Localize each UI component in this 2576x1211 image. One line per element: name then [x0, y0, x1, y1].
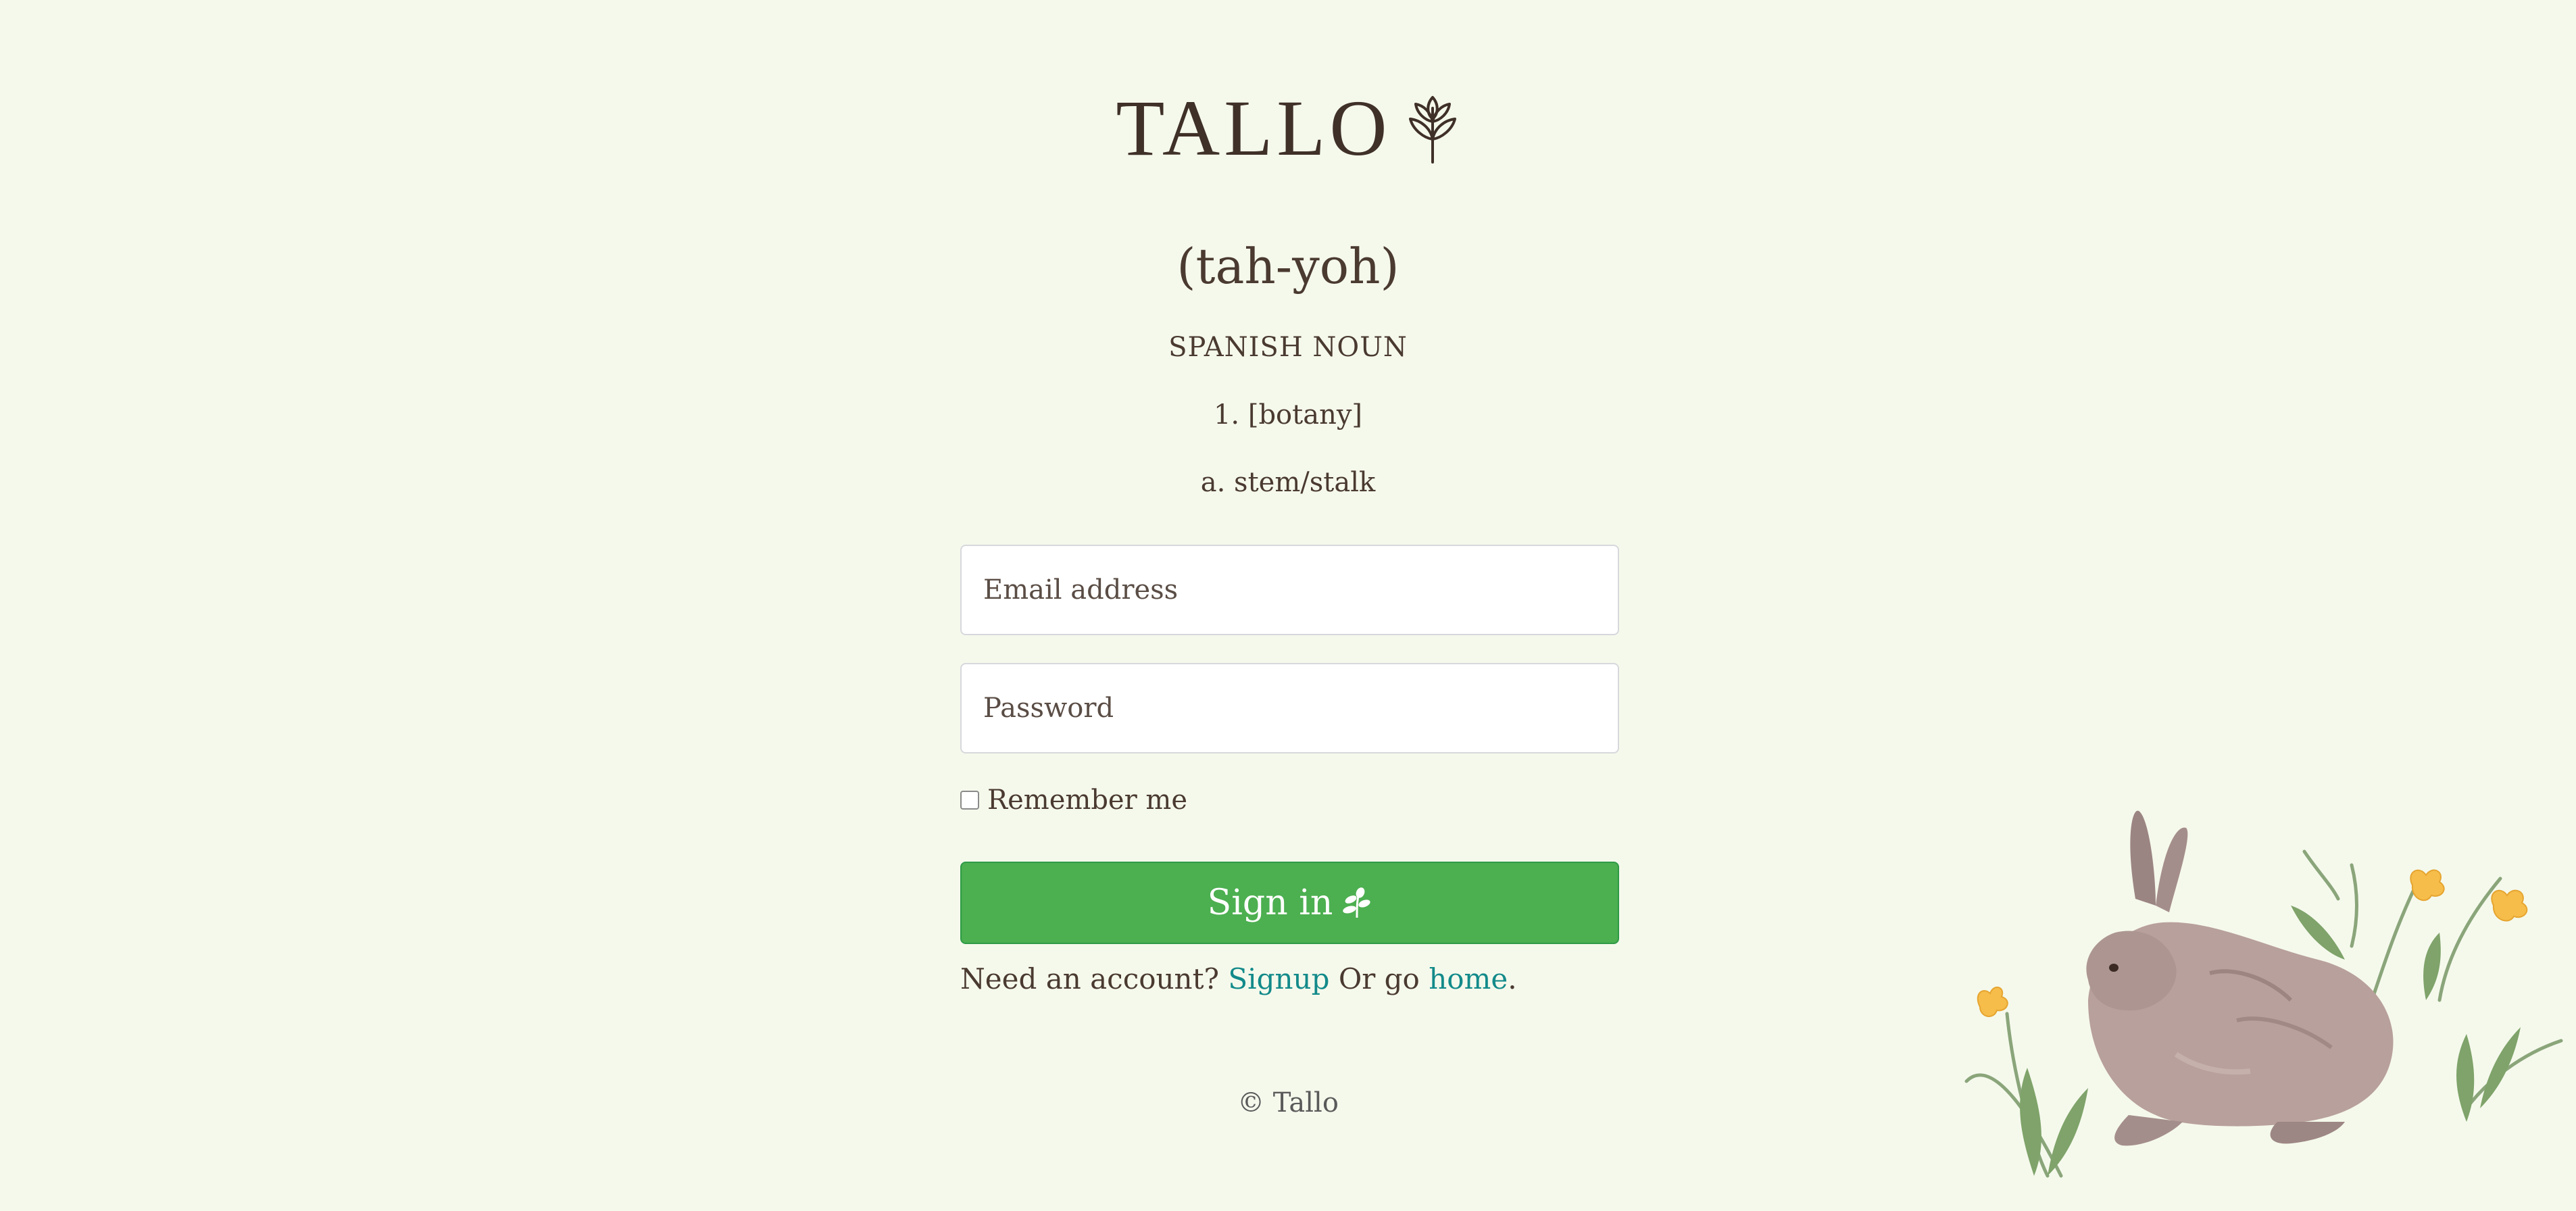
account-middle-text: Or go	[1338, 962, 1420, 995]
signup-link[interactable]: Signup	[1228, 962, 1329, 995]
remember-checkbox[interactable]	[960, 791, 979, 810]
sign-in-button[interactable]: Sign in	[960, 862, 1619, 944]
rabbit-flowers-illustration	[1964, 810, 2563, 1178]
account-prompt: Need an account?	[960, 962, 1220, 995]
remember-me[interactable]: Remember me	[960, 787, 1187, 814]
email-field[interactable]	[960, 545, 1619, 635]
leaf-sprig-icon	[1343, 887, 1370, 918]
login-page: TALLO (tah-yoh) SPANISH NOUN 1. [botany]…	[0, 0, 2576, 1211]
remember-label: Remember me	[987, 785, 1188, 816]
account-end-punctuation: .	[1508, 962, 1517, 995]
account-links: Need an account? Signup Or go home.	[960, 965, 1517, 993]
home-link[interactable]: home	[1429, 962, 1508, 995]
login-form: Remember me Sign in Need an account? Sig…	[960, 0, 1619, 1211]
password-field[interactable]	[960, 663, 1619, 753]
sign-in-label: Sign in	[1207, 883, 1333, 923]
